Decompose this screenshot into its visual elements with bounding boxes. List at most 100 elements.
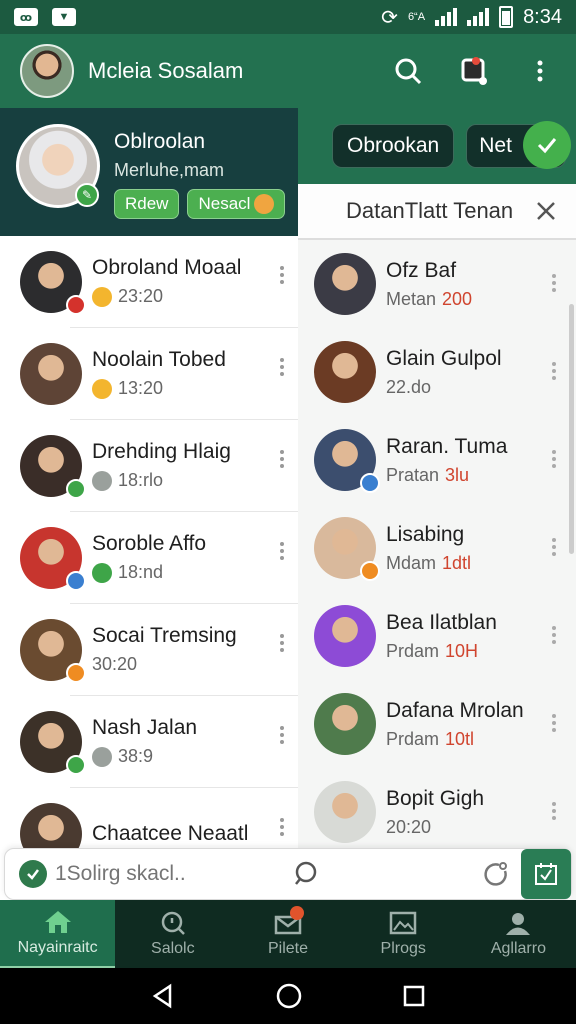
compose-button[interactable] bbox=[521, 849, 571, 899]
contact-list-item[interactable]: Glain Gulpol 22.do bbox=[298, 328, 576, 416]
chat-list-item[interactable]: Noolain Tobed 13:20 bbox=[20, 328, 298, 420]
recents-icon[interactable] bbox=[402, 984, 426, 1008]
contact-avatar[interactable] bbox=[20, 710, 86, 775]
contact-avatar[interactable] bbox=[314, 253, 376, 315]
nav-item-images[interactable]: Plrogs bbox=[346, 900, 461, 968]
contact-avatar[interactable] bbox=[314, 781, 376, 843]
right-header: Obrookan Net bbox=[298, 108, 576, 184]
contact-list-item[interactable]: Raran. Tuma Pratan 3lu bbox=[298, 416, 576, 504]
contact-item-meta-label: Pratan bbox=[386, 464, 440, 485]
contact-item-meta: 22.do bbox=[386, 377, 502, 398]
contact-list-item[interactable]: Ofz Baf Metan 200 bbox=[298, 240, 576, 328]
profile-avatar[interactable]: ✎ bbox=[16, 124, 100, 208]
chat-list: Obroland Moaal 23:20 Noolain Tobed 13:20 Dre… bbox=[0, 236, 298, 880]
profile-icon bbox=[506, 913, 531, 935]
chat-list-item[interactable]: Obroland Moaal 23:20 bbox=[20, 236, 298, 328]
search-submit-icon[interactable] bbox=[291, 859, 321, 889]
contact-avatar[interactable] bbox=[20, 250, 86, 315]
chat-list-item[interactable]: Soroble Affo 18:nd bbox=[20, 512, 298, 604]
search-icon bbox=[395, 58, 422, 85]
net-pill-button[interactable]: Net bbox=[466, 121, 572, 169]
contact-avatar[interactable] bbox=[314, 605, 376, 667]
more-options-icon[interactable] bbox=[552, 274, 556, 295]
more-options-icon[interactable] bbox=[280, 542, 284, 563]
contact-avatar[interactable] bbox=[20, 342, 82, 405]
more-options-icon[interactable] bbox=[552, 538, 556, 559]
more-options-icon[interactable] bbox=[552, 802, 556, 823]
home-circle-icon[interactable] bbox=[275, 982, 303, 1010]
more-options-icon[interactable] bbox=[280, 450, 284, 471]
overflow-menu-button[interactable] bbox=[524, 55, 556, 87]
chat-list-item[interactable]: Drehding Hlaig 18:rlo bbox=[20, 420, 298, 512]
chat-item-meta: 18:rlo bbox=[92, 470, 231, 491]
refresh-icon[interactable] bbox=[481, 859, 511, 889]
contact-item-meta: Prdam 10tl bbox=[386, 729, 524, 750]
chat-item-name: Nash Jalan bbox=[92, 716, 198, 739]
back-icon[interactable] bbox=[150, 983, 176, 1009]
nav-item-profile[interactable]: Agllarro bbox=[461, 900, 576, 968]
contact-avatar[interactable] bbox=[20, 434, 86, 499]
chat-item-text: Soroble Affo 18:nd bbox=[92, 532, 206, 583]
nav-item-mail[interactable]: Pilete bbox=[230, 900, 345, 968]
close-icon[interactable] bbox=[532, 197, 560, 225]
chat-list-item[interactable]: Socai Tremsing 30:20 bbox=[20, 604, 298, 696]
more-options-icon[interactable] bbox=[280, 726, 284, 747]
network-label: 6“A bbox=[407, 10, 426, 23]
more-options-icon[interactable] bbox=[552, 450, 556, 471]
contact-avatar[interactable] bbox=[314, 341, 376, 403]
contact-list: Ofz Baf Metan 200 Glain Gulpol 22.do Raran. T… bbox=[298, 240, 576, 944]
app-bar: Mcleia Sosalam bbox=[0, 34, 576, 108]
primary-pill-button[interactable]: Obrookan bbox=[332, 124, 455, 168]
more-options-icon[interactable] bbox=[280, 818, 284, 839]
contact-list-item[interactable]: Lisabing Mdam 1dtl bbox=[298, 504, 576, 592]
more-options-icon[interactable] bbox=[552, 714, 556, 735]
right-pane-title: DatanTlatt Tenan bbox=[346, 198, 514, 223]
chat-item-text: Noolain Tobed 13:20 bbox=[92, 348, 226, 399]
contact-item-text: Lisabing Mdam 1dtl bbox=[386, 523, 471, 574]
battery-icon bbox=[499, 6, 514, 28]
contact-list-item[interactable]: Bopit Gigh 20:20 bbox=[298, 768, 576, 856]
download-icon: ▼ bbox=[52, 8, 76, 26]
chip-rdew[interactable]: Rdew bbox=[114, 189, 180, 219]
more-options-icon[interactable] bbox=[280, 358, 284, 379]
chat-item-name: Drehding Hlaig bbox=[92, 440, 231, 463]
contact-item-meta-value: 200 bbox=[442, 288, 473, 309]
contact-avatar[interactable] bbox=[20, 526, 86, 591]
contact-item-meta: Mdam 1dtl bbox=[386, 553, 471, 574]
confirm-button[interactable] bbox=[523, 121, 572, 169]
contact-item-meta: Pratan 3lu bbox=[386, 465, 507, 486]
contact-item-meta-value: 10tl bbox=[445, 728, 475, 749]
chat-item-text: Nash Jalan 38:9 bbox=[92, 716, 197, 767]
chat-item-meta: 23:20 bbox=[92, 286, 241, 307]
contact-avatar[interactable] bbox=[314, 693, 376, 755]
nav-label-search: Salolc bbox=[151, 940, 195, 957]
contact-list-item[interactable]: Bea Ilatblan Prdam 10H bbox=[298, 592, 576, 680]
more-options-icon[interactable] bbox=[552, 362, 556, 383]
status-badge-icon bbox=[66, 478, 86, 499]
nav-item-search[interactable]: Salolc bbox=[115, 900, 230, 968]
search-button[interactable] bbox=[392, 55, 424, 87]
contact-avatar[interactable] bbox=[314, 429, 380, 493]
contact-item-meta: 20:20 bbox=[386, 817, 484, 838]
chat-item-time: 23:20 bbox=[118, 286, 164, 306]
contact-list-item[interactable]: Dafana Mrolan Prdam 10tl bbox=[298, 680, 576, 768]
chip-nesacl[interactable]: Nesacl bbox=[187, 189, 286, 219]
more-options-icon[interactable] bbox=[280, 266, 284, 287]
signal-icon-2 bbox=[467, 8, 490, 26]
more-options-icon[interactable] bbox=[280, 634, 284, 655]
contact-avatar[interactable] bbox=[20, 618, 86, 683]
chat-item-name: Noolain Tobed bbox=[92, 348, 226, 371]
nav-label-profile: Agllarro bbox=[490, 940, 546, 957]
search-input[interactable] bbox=[55, 862, 285, 886]
new-window-button[interactable] bbox=[458, 55, 490, 87]
contact-item-meta: Prdam 10H bbox=[386, 641, 497, 662]
notification-dot bbox=[472, 57, 480, 65]
nav-item-home[interactable]: Nayainraitc bbox=[0, 900, 116, 968]
verified-icon: ✎ bbox=[75, 183, 99, 207]
chat-list-item[interactable]: Nash Jalan 38:9 bbox=[20, 696, 298, 788]
chat-item-name: Socai Tremsing bbox=[92, 624, 237, 647]
image-icon bbox=[389, 911, 417, 935]
contact-avatar[interactable] bbox=[314, 517, 380, 581]
app-avatar[interactable] bbox=[20, 44, 74, 98]
more-options-icon[interactable] bbox=[552, 626, 556, 647]
